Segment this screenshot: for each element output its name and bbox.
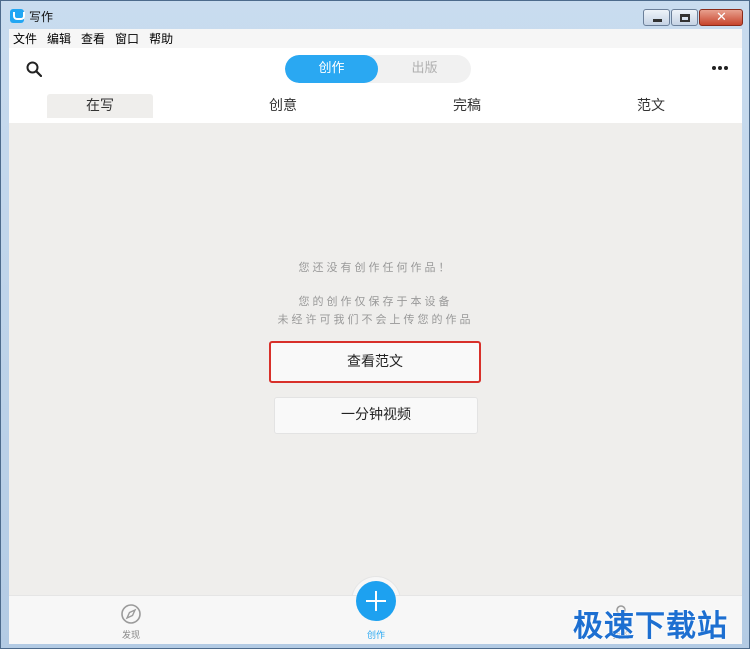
menu-bar: 文件 编辑 查看 窗口 帮助 xyxy=(9,29,742,48)
close-icon: ✕ xyxy=(716,10,727,25)
tab-samples[interactable]: 范文 xyxy=(601,94,701,118)
close-button[interactable]: ✕ xyxy=(699,9,743,26)
window-controls: ✕ xyxy=(643,9,743,26)
storage-note: 您的创作仅保存于本设备 xyxy=(298,295,453,308)
title-bar: 写作 ✕ xyxy=(1,1,749,29)
segment-publish[interactable]: 出版 xyxy=(378,55,471,83)
nav-discover[interactable]: 发现 xyxy=(81,596,181,645)
nav-discover-label: 发现 xyxy=(121,631,140,641)
create-fab-button[interactable] xyxy=(356,581,396,621)
tab-bar: 在写 创意 完稿 范文 xyxy=(9,94,742,118)
app-logo-icon xyxy=(10,9,25,23)
empty-message: 您还没有创作任何作品！ xyxy=(298,261,453,274)
maximize-icon xyxy=(680,14,690,22)
window-title: 写作 xyxy=(29,10,54,24)
compass-icon xyxy=(121,604,141,624)
menu-file[interactable]: 文件 xyxy=(13,30,37,47)
app-content: 创作 出版 在写 创意 完稿 范文 您还没有创作任何作品！ 您的创作仅保存于本设… xyxy=(9,48,742,644)
mode-switch: 创作 出版 xyxy=(285,55,471,83)
privacy-note: 未经许可我们不会上传您的作品 xyxy=(277,313,474,326)
minimize-button[interactable] xyxy=(643,9,670,26)
tab-writing[interactable]: 在写 xyxy=(47,94,153,118)
nav-create-label: 创作 xyxy=(366,631,385,641)
app-window: 写作 ✕ 文件 编辑 查看 窗口 帮助 创作 出版 在写 创意 完稿 范文 您还… xyxy=(0,0,750,649)
top-bar: 创作 出版 在写 创意 完稿 范文 xyxy=(9,48,742,118)
maximize-button[interactable] xyxy=(671,9,698,26)
tab-ideas[interactable]: 创意 xyxy=(233,94,333,118)
menu-view[interactable]: 查看 xyxy=(81,30,105,47)
menu-edit[interactable]: 编辑 xyxy=(47,30,71,47)
segment-create[interactable]: 创作 xyxy=(285,55,378,83)
menu-help[interactable]: 帮助 xyxy=(149,30,173,47)
menu-window[interactable]: 窗口 xyxy=(115,30,139,47)
search-icon[interactable] xyxy=(26,61,42,77)
minimize-icon xyxy=(653,19,662,22)
watermark: 极速下载站 xyxy=(573,609,728,644)
view-samples-button[interactable]: 查看范文 xyxy=(269,341,481,383)
tab-divider xyxy=(9,118,742,123)
tab-finished[interactable]: 完稿 xyxy=(417,94,517,118)
more-icon[interactable] xyxy=(712,66,728,70)
one-minute-video-button[interactable]: 一分钟视频 xyxy=(274,397,478,434)
